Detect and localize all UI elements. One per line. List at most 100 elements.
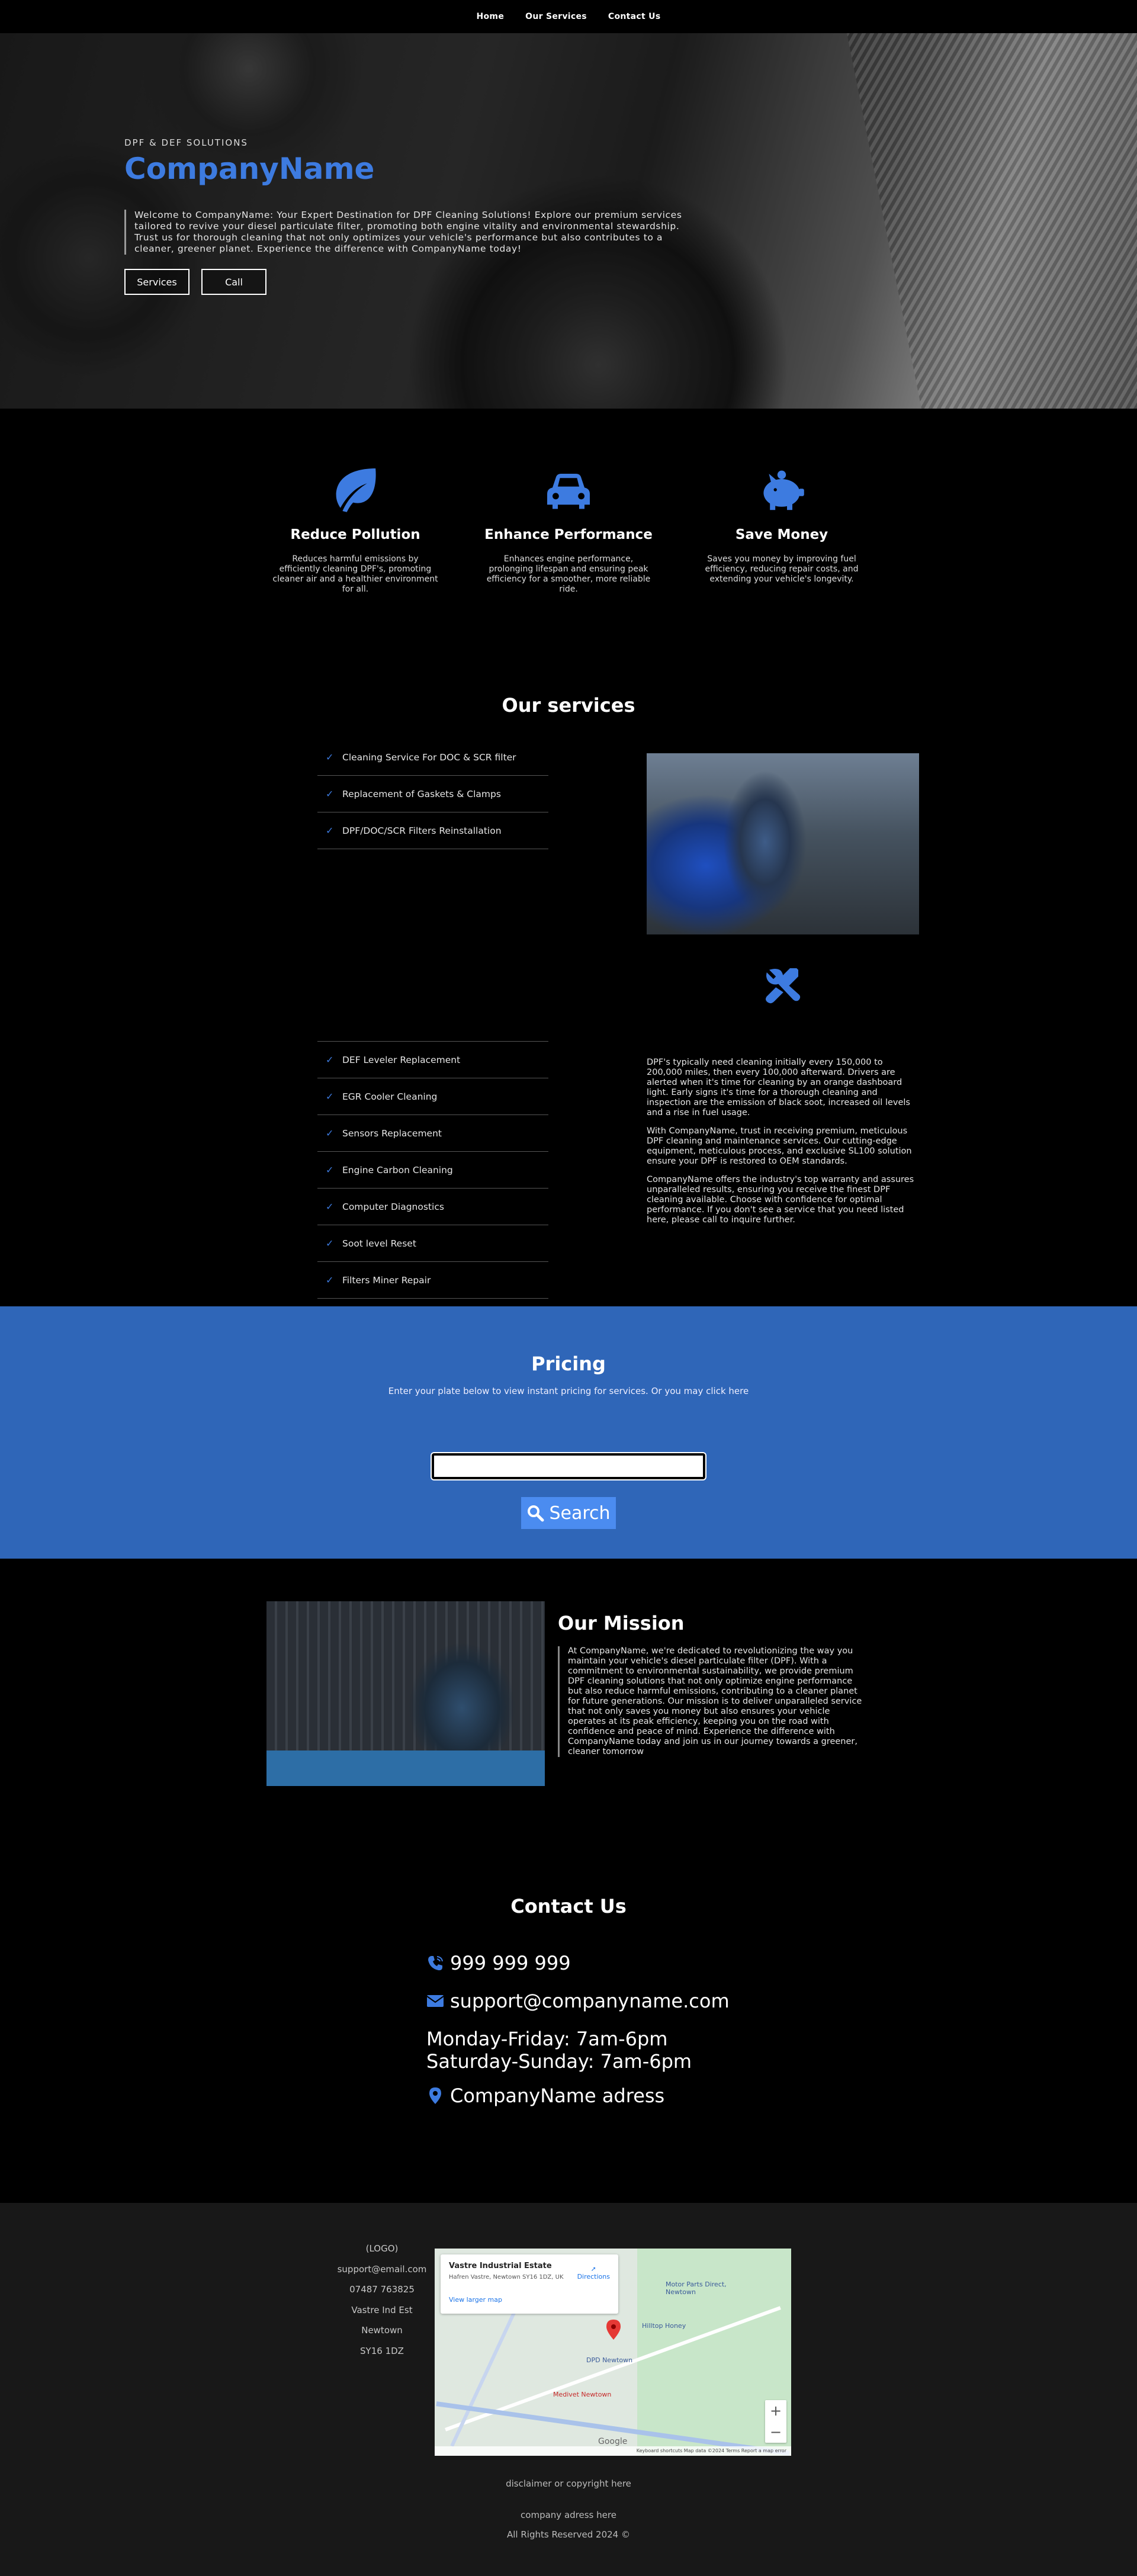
services-list-top: ✓ Cleaning Service For DOC & SCR filter ✓… — [317, 739, 548, 849]
zoom-in-icon[interactable]: + — [765, 2400, 786, 2421]
services-paragraph: DPF's typically need cleaning initially … — [647, 1058, 910, 1117]
check-icon: ✓ — [326, 1128, 334, 1139]
feature-reduce-pollution: Reduce Pollution Reduces harmful emissio… — [261, 463, 450, 686]
mission-section: Our Mission At CompanyName, we're dedica… — [0, 1559, 1137, 1848]
call-button[interactable]: Call — [201, 269, 266, 295]
list-item: ✓ Cleaning Service For DOC & SCR filter — [317, 739, 548, 776]
search-icon — [528, 1505, 544, 1522]
nav-contact-link[interactable]: Contact Us — [608, 12, 661, 21]
envelope-icon — [426, 1995, 444, 2007]
opening-hours: Monday-Friday: 7am-6pm Saturday-Sunday: … — [426, 2028, 692, 2073]
directions-icon: ➚ — [590, 2265, 596, 2273]
services-title: Our services — [502, 694, 635, 717]
hero-section: DPF & DEF SOLUTIONS CompanyName Welcome … — [0, 33, 1137, 409]
feature-title: Reduce Pollution — [290, 527, 420, 542]
contact-phone[interactable]: 999 999 999 — [426, 1952, 1137, 1974]
piggy-bank-icon — [763, 470, 804, 510]
check-icon: ✓ — [326, 1054, 334, 1065]
services-paragraph: CompanyName offers the industry's top wa… — [647, 1175, 914, 1225]
top-nav: Home Our Services Contact Us — [0, 0, 1137, 33]
footer-address-line: SY16 1DZ — [360, 2345, 404, 2356]
search-label: Search — [549, 1502, 611, 1524]
feature-title: Save Money — [735, 527, 828, 542]
list-item: ✓ DEF Leveler Replacement — [317, 1042, 548, 1078]
map-info-card: Vastre Industrial Estate Hafren Vastre, … — [441, 2254, 618, 2314]
map-label: DPD Newtown — [586, 2356, 633, 2364]
map-pin-icon — [429, 2087, 441, 2104]
zoom-out-icon[interactable]: − — [765, 2421, 786, 2443]
footer: (LOGO) support@email.com 07487 763825 Va… — [0, 2203, 1137, 2576]
feature-text: Enhances engine performance, prolonging … — [486, 554, 651, 594]
mission-title: Our Mission — [558, 1612, 685, 1634]
hero-content: DPF & DEF SOLUTIONS CompanyName Welcome … — [124, 137, 693, 295]
contact-email[interactable]: support@companyname.com — [426, 1990, 1137, 2012]
check-icon: ✓ — [326, 751, 334, 763]
contact-section: Contact Us 999 999 999 support@companyna… — [0, 1848, 1137, 2203]
nav-home-link[interactable]: Home — [477, 12, 505, 21]
pricing-title: Pricing — [531, 1353, 606, 1375]
nav-services-link[interactable]: Our Services — [525, 12, 587, 21]
contact-title: Contact Us — [510, 1895, 627, 1917]
search-button[interactable]: Search — [521, 1497, 616, 1529]
services-list-bottom: ✓ DEF Leveler Replacement ✓ EGR Cooler Cle… — [317, 1041, 548, 1299]
footer-address-line: Newtown — [361, 2325, 403, 2336]
footer-disclaimer: disclaimer or copyright here — [506, 2478, 631, 2489]
leaf-icon — [336, 468, 376, 512]
google-logo: Google — [598, 2437, 628, 2446]
feature-save-money: Save Money Saves you money by improving … — [687, 463, 876, 686]
contact-address[interactable]: CompanyName adress — [426, 2084, 1137, 2107]
list-item: ✓ Replacement of Gaskets & Clamps — [317, 776, 548, 812]
footer-rights: All Rights Reserved 2024 © — [507, 2529, 630, 2540]
mission-text: At CompanyName, we're dedicated to revol… — [558, 1646, 866, 1757]
hero-intro-text: Welcome to CompanyName: Your Expert Dest… — [124, 210, 693, 255]
feature-text: Reduces harmful emissions by efficiently… — [272, 554, 438, 594]
footer-email[interactable]: support@email.com — [314, 2259, 450, 2280]
services-description: DPF's typically need cleaning initially … — [647, 1058, 919, 1234]
footer-company-address: company adress here — [521, 2510, 616, 2520]
check-icon: ✓ — [326, 825, 334, 836]
services-button[interactable]: Services — [124, 269, 190, 295]
check-icon: ✓ — [326, 1091, 334, 1102]
mechanic-photo — [647, 753, 919, 934]
hero-title: CompanyName — [124, 152, 375, 186]
check-icon: ✓ — [326, 1164, 334, 1175]
view-larger-map-link[interactable]: View larger map — [449, 2296, 610, 2304]
footer-info: (LOGO) support@email.com 07487 763825 Va… — [314, 2238, 450, 2361]
footer-phone[interactable]: 07487 763825 — [314, 2279, 450, 2300]
map-attribution[interactable]: Keyboard shortcuts Map data ©2024 Terms … — [435, 2446, 791, 2456]
pricing-section: Pricing Enter your plate below to view i… — [0, 1306, 1137, 1559]
list-item: ✓ Computer Diagnostics — [317, 1189, 548, 1225]
list-item: ✓ Soot level Reset — [317, 1225, 548, 1262]
footer-logo: (LOGO) — [365, 2243, 399, 2254]
list-item: ✓ EGR Cooler Cleaning — [317, 1078, 548, 1115]
check-icon: ✓ — [326, 788, 334, 799]
pricing-subtitle[interactable]: Enter your plate below to view instant p… — [0, 1386, 1137, 1396]
feature-title: Enhance Performance — [484, 527, 653, 542]
list-item: ✓ Filters Miner Repair — [317, 1262, 548, 1299]
services-paragraph: With CompanyName, trust in receiving pre… — [647, 1126, 912, 1166]
check-icon: ✓ — [326, 1274, 334, 1286]
feature-enhance-performance: Enhance Performance Enhances engine perf… — [474, 463, 663, 686]
feature-text: Saves you money by improving fuel effici… — [705, 554, 859, 584]
tools-icon — [766, 968, 801, 1004]
embedded-map[interactable]: Vastre Industrial Estate Hafren Vastre, … — [435, 2249, 791, 2456]
map-label: Motor Parts Direct, Newtown — [666, 2281, 727, 2296]
list-item: ✓ DPF/DOC/SCR Filters Reinstallation — [317, 812, 548, 849]
map-marker-icon — [606, 2320, 621, 2340]
car-icon — [547, 474, 590, 509]
engine-photo — [266, 1601, 545, 1786]
list-item: ✓ Sensors Replacement — [317, 1115, 548, 1152]
hero-kicker: DPF & DEF SOLUTIONS — [124, 137, 248, 148]
map-label: Medivet Newtown — [553, 2391, 612, 2398]
directions-button[interactable]: ➚ Directions — [577, 2265, 610, 2281]
services-section: Our services ✓ Cleaning Service For DOC &… — [0, 686, 1137, 1306]
check-icon: ✓ — [326, 1201, 334, 1212]
map-label: Hilltop Honey — [642, 2322, 686, 2330]
check-icon: ✓ — [326, 1238, 334, 1249]
phone-icon — [428, 1956, 443, 1971]
footer-address-line: Vastre Ind Est — [351, 2304, 413, 2315]
plate-input[interactable] — [432, 1453, 705, 1479]
map-zoom-controls[interactable]: + − — [765, 2400, 786, 2443]
list-item: ✓ Engine Carbon Cleaning — [317, 1152, 548, 1189]
features-section: Reduce Pollution Reduces harmful emissio… — [0, 409, 1137, 686]
